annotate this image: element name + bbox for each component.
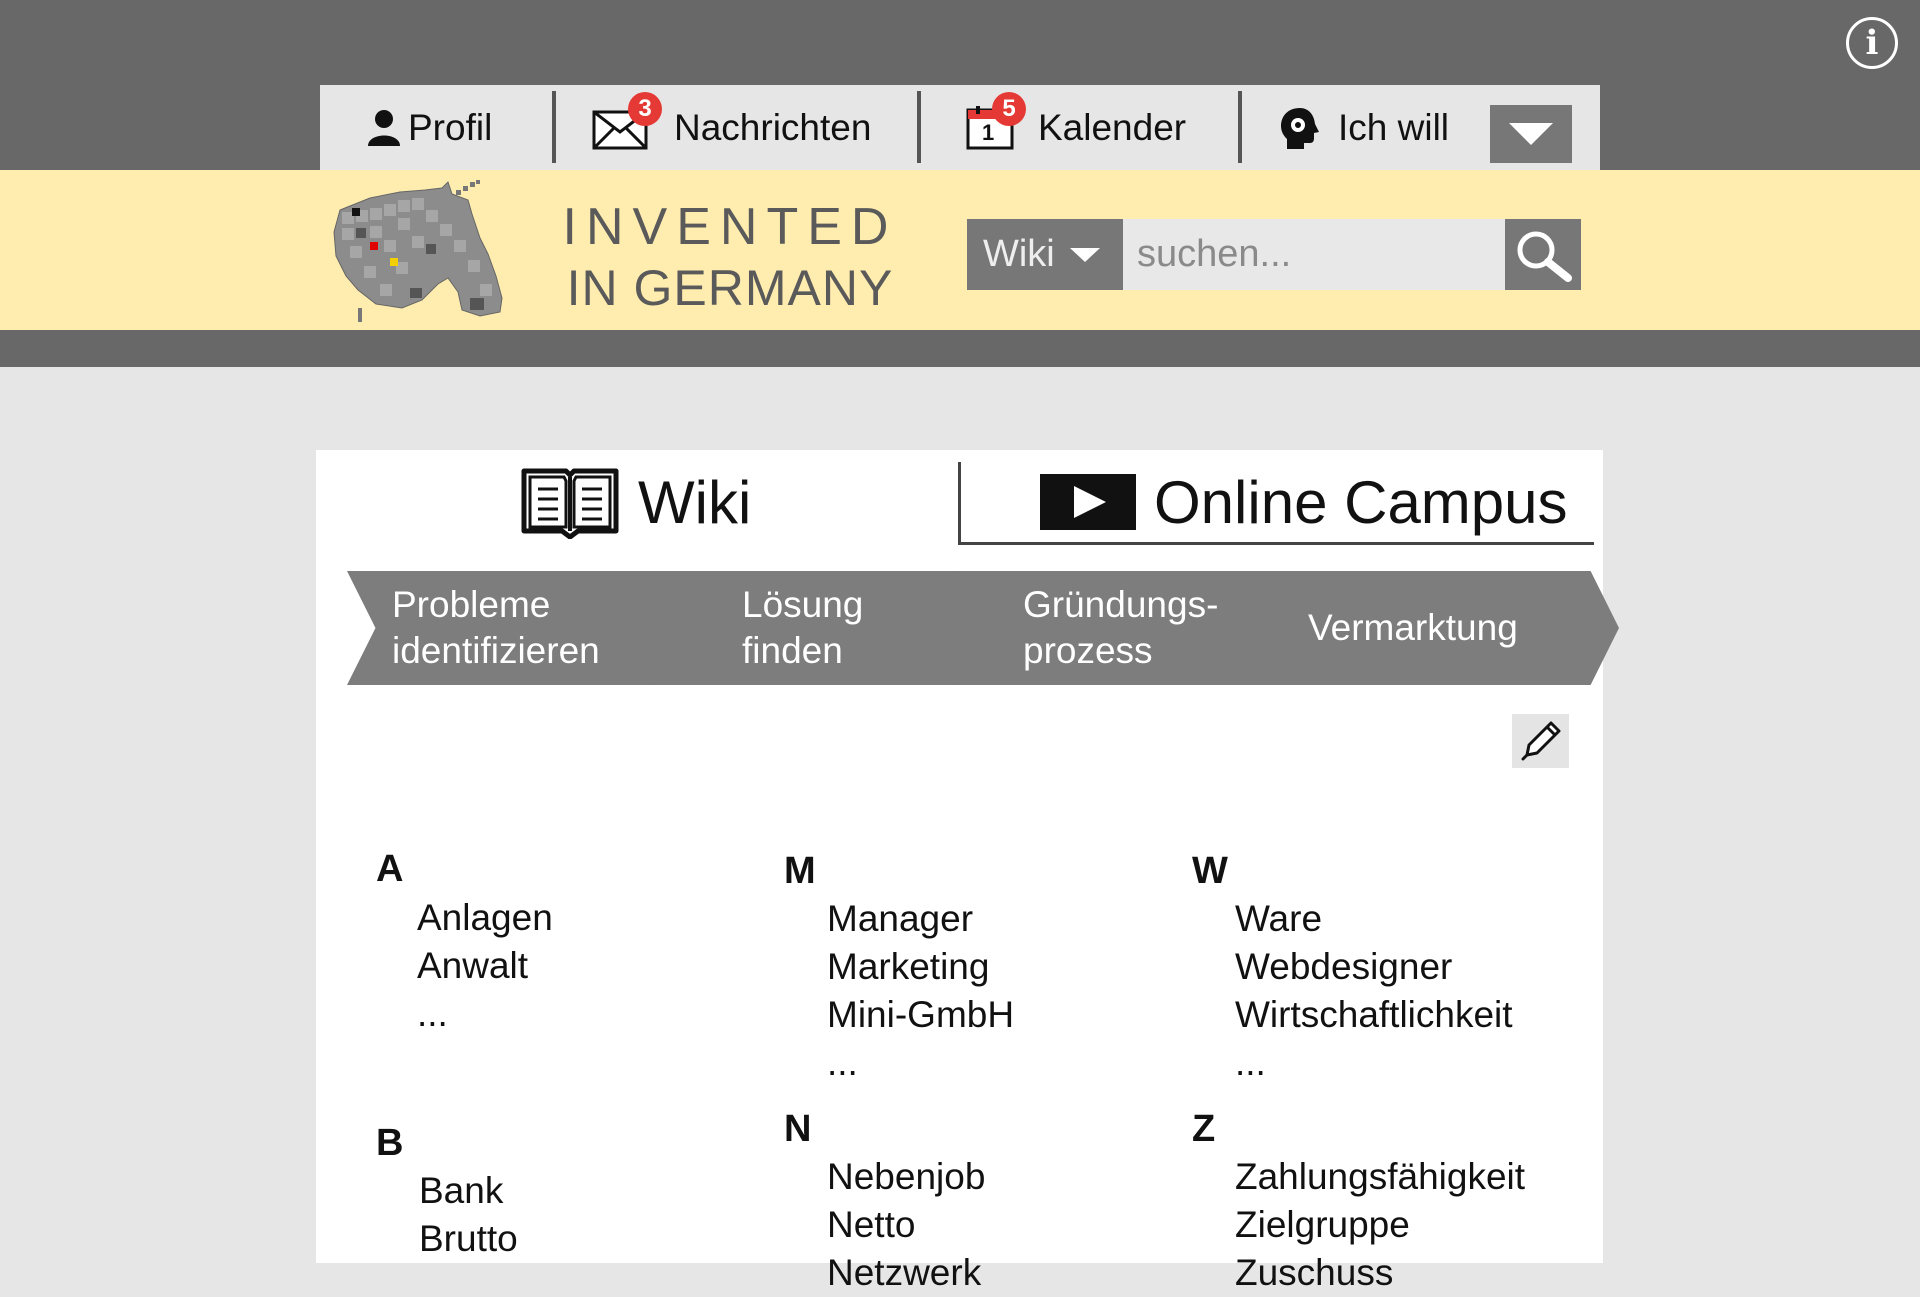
- pencil-icon: [1521, 721, 1560, 761]
- glossary-entry[interactable]: Zielgruppe: [1235, 1201, 1525, 1249]
- nav-nachrichten[interactable]: 3 Nachrichten: [592, 85, 871, 170]
- brand-line-2: IN GERMANY: [566, 260, 894, 316]
- nav-kalender[interactable]: 1 5 Kalender: [966, 85, 1186, 170]
- nav-divider: [552, 91, 556, 163]
- step-label-line-1: Gründungs-: [1023, 584, 1219, 625]
- step-label-line-1: Lösung: [742, 584, 864, 625]
- glossary-entry[interactable]: Marketing: [827, 943, 1014, 991]
- nav-kalender-label: Kalender: [1038, 106, 1187, 148]
- glossary-letter-w: W: [1192, 850, 1228, 892]
- search-scope-select[interactable]: Wiki: [967, 219, 1123, 290]
- step-vermarktung[interactable]: Vermarktung: [1264, 571, 1619, 685]
- glossary-list-n: Nebenjob Netto Netzwerk: [827, 1153, 985, 1297]
- glossary-list-z: Zahlungsfähigkeit Zielgruppe Zuschuss: [1235, 1153, 1525, 1297]
- glossary-entry[interactable]: Brutto: [419, 1215, 518, 1263]
- glossary-letter-b: B: [376, 1122, 404, 1164]
- nav-dropdown-button[interactable]: [1490, 105, 1572, 163]
- glossary-list-b: Bank Brutto: [419, 1167, 518, 1263]
- step-probleme-identifizieren[interactable]: Probleme identifizieren: [347, 571, 703, 685]
- info-icon[interactable]: i: [1846, 17, 1898, 69]
- glossary-entry[interactable]: ...: [417, 990, 553, 1038]
- calendar-count-badge: 5: [992, 91, 1026, 126]
- glossary-entry[interactable]: Anlagen: [417, 894, 553, 942]
- brand-name: INVENTED IN GERMANY: [560, 196, 900, 318]
- glossary-entry[interactable]: ...: [827, 1039, 1014, 1087]
- tab-wiki-label: Wiki: [638, 468, 752, 536]
- glossary-entry[interactable]: Manager: [827, 895, 1014, 943]
- header-bottom-band: [0, 330, 1920, 367]
- nav-profil[interactable]: Profil: [366, 85, 492, 170]
- step-label-line-2: finden: [742, 630, 843, 671]
- nav-divider: [917, 91, 921, 163]
- tab-border: [958, 462, 961, 545]
- glossary-entry[interactable]: Ware: [1235, 895, 1513, 943]
- glossary-entry[interactable]: ...: [1235, 1039, 1513, 1087]
- nav-ich-will-label: Ich will: [1338, 106, 1450, 148]
- glossary-list-w: Ware Webdesigner Wirtschaftlichkeit ...: [1235, 895, 1513, 1087]
- calendar-day: 1: [982, 119, 995, 145]
- glossary-letter-a: A: [376, 848, 404, 890]
- search-button[interactable]: [1505, 219, 1581, 290]
- unicorn-logo: [333, 180, 503, 322]
- chevron-down-icon: [1509, 123, 1553, 145]
- glossary-letter-z: Z: [1192, 1108, 1216, 1150]
- tab-online-campus-label: Online Campus: [1154, 468, 1568, 536]
- nav-profil-label: Profil: [408, 106, 493, 148]
- glossary-entry[interactable]: Mini-GmbH: [827, 991, 1014, 1039]
- nav-ich-will[interactable]: Ich will: [1278, 85, 1449, 170]
- top-nav: Profil 3 Nachrichten 1 5 Kalender Ich wi…: [320, 85, 1600, 170]
- tab-wiki[interactable]: Wiki: [520, 462, 751, 542]
- glossary-entry[interactable]: Nebenjob: [827, 1153, 985, 1201]
- book-icon: [521, 468, 619, 539]
- glossary-letter-n: N: [784, 1108, 812, 1150]
- tab-border: [958, 542, 1594, 545]
- nav-divider: [1238, 91, 1242, 163]
- glossary-entry[interactable]: Zuschuss: [1235, 1249, 1525, 1297]
- glossary-list-m: Manager Marketing Mini-GmbH ...: [827, 895, 1014, 1087]
- glossary-entry[interactable]: Zahlungsfähigkeit: [1235, 1153, 1525, 1201]
- search-scope-label: Wiki: [983, 233, 1055, 275]
- step-label-line-1: Vermarktung: [1308, 607, 1518, 648]
- glossary-entry[interactable]: Netzwerk: [827, 1249, 985, 1297]
- chevron-down-icon: [1069, 247, 1100, 262]
- search-input[interactable]: [1123, 219, 1505, 290]
- step-label-line-2: prozess: [1023, 630, 1153, 671]
- glossary-letter-m: M: [784, 850, 816, 892]
- glossary-entry[interactable]: Wirtschaftlichkeit: [1235, 991, 1513, 1039]
- brand-line-1: INVENTED: [562, 198, 898, 256]
- messages-count-badge: 3: [628, 91, 662, 126]
- glossary-entry[interactable]: Bank: [419, 1167, 518, 1215]
- step-label-line-2: identifizieren: [392, 630, 600, 671]
- glossary-list-a: Anlagen Anwalt ...: [417, 894, 553, 1038]
- play-icon: [1040, 474, 1136, 530]
- person-icon: [368, 109, 400, 146]
- nav-nachrichten-label: Nachrichten: [674, 106, 872, 148]
- edit-button[interactable]: [1512, 714, 1569, 768]
- search-icon: [1517, 231, 1572, 282]
- glossary-entry[interactable]: Netto: [827, 1201, 985, 1249]
- glossary-entry[interactable]: Anwalt: [417, 942, 553, 990]
- brand-band: [0, 170, 1920, 330]
- head-gear-icon: [1281, 107, 1319, 149]
- step-label-line-1: Probleme: [392, 584, 551, 625]
- glossary-entry[interactable]: Webdesigner: [1235, 943, 1513, 991]
- tab-online-campus[interactable]: Online Campus: [1040, 462, 1568, 542]
